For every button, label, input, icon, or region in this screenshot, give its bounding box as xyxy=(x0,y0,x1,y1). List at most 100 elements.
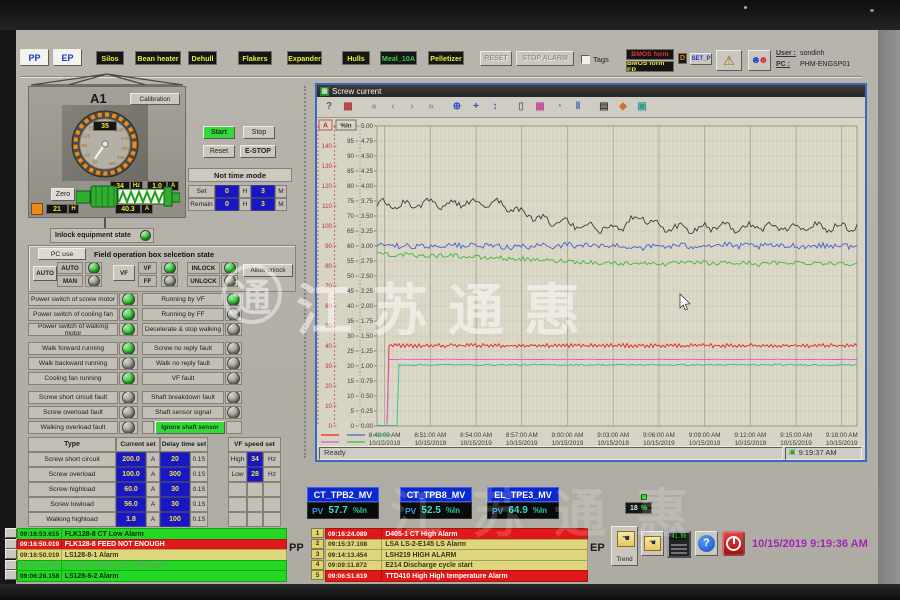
pp-alarm-row[interactable]: 09:16:53.615FLK128-8 CT Low Alarm xyxy=(17,528,287,538)
status-label-walk-no-reply-fault: Walk no reply fault xyxy=(142,357,224,370)
prot-current-walking-highload[interactable]: 1.8 xyxy=(116,512,146,527)
estop-button[interactable]: E-STOP xyxy=(240,145,276,158)
allow-unlock-button[interactable]: Allow unlock xyxy=(243,264,293,277)
vf-speed-value-high[interactable]: 34 xyxy=(247,452,263,467)
vf-ff-button[interactable]: VF xyxy=(113,265,135,281)
help-button[interactable]: ? xyxy=(695,531,718,556)
skip-end-icon[interactable]: » xyxy=(422,99,440,116)
prot-delay-unit-screw-overload: 0.1S xyxy=(190,467,208,482)
ep-alarm-row[interactable]: 09:15:37.108LSA LS-2-E145 LS Alarm xyxy=(325,539,588,549)
pp-alarm-row[interactable]: 09:16:50.019LS128-8-1 Alarm xyxy=(17,549,287,559)
calendar-icon[interactable]: ▦ xyxy=(339,99,357,116)
nav-button-meal-10a[interactable]: Meal_10A xyxy=(380,51,417,65)
set-hours-cell[interactable]: 0 xyxy=(215,185,239,198)
nav-button-pelletizer[interactable]: Pelletizer xyxy=(428,51,464,65)
ep-alarm-row[interactable]: 09:06:51.619TTD410 High High temperature… xyxy=(325,570,588,580)
bmos-form-ep-button[interactable]: BMOS form EP xyxy=(626,61,674,72)
image-icon[interactable]: ▣ xyxy=(633,99,651,116)
page-select-button[interactable]: ☚ xyxy=(641,531,664,556)
zoom-icon[interactable]: ⊕ xyxy=(448,99,466,116)
tags-checkbox[interactable] xyxy=(581,55,590,64)
pp-page-button[interactable]: PP xyxy=(20,49,49,66)
zero-button[interactable]: Zero xyxy=(51,188,75,201)
pp-alarm-selector[interactable] xyxy=(5,528,17,538)
pp-alarm-text: LS128-8-2 Alarm xyxy=(61,570,287,582)
page-forward-icon[interactable]: › xyxy=(403,99,421,116)
bmos-form-button[interactable]: BMOS form xyxy=(626,49,674,60)
page-back-icon[interactable]: ‹ xyxy=(384,99,402,116)
ep-alarm-row[interactable]: 09:14:13.454LSH219 HIGH ALARM xyxy=(325,549,588,559)
export-icon[interactable]: ◆ xyxy=(614,99,632,116)
vf-speed-value-low[interactable]: 28 xyxy=(247,467,263,482)
pv-tag-el-tpe3-mv[interactable]: EL_TPE3_MVPV64.9%In xyxy=(487,487,559,519)
nav-button-flakers[interactable]: Flakers xyxy=(238,51,272,65)
users-button[interactable]: ☻☻ xyxy=(748,50,771,71)
pp-alarm-row[interactable]: 09:06:28.158LS128-8-2 Alarm xyxy=(17,570,287,580)
prot-delay-walking-highload[interactable]: 100 xyxy=(160,512,190,527)
alarm-ack-button[interactable]: ⚠ xyxy=(716,50,742,71)
pv-tag-name: CT_TPB2_MV xyxy=(307,487,379,502)
pv-tag-ct-tpb2-mv[interactable]: CT_TPB2_MVPV57.7%In xyxy=(307,487,379,519)
ep-alarm-row[interactable]: 09:16:24.089D405-1 CT High Alarm xyxy=(325,528,588,538)
prot-current-screw-highload[interactable]: 60.0 xyxy=(116,482,146,497)
calibration-button[interactable]: Calibration xyxy=(130,93,180,105)
set-p-button[interactable]: SET_P xyxy=(690,53,712,65)
stop-alarm-button[interactable]: STOP ALARM xyxy=(516,51,574,66)
svg-text:60: 60 xyxy=(325,303,332,310)
d-mini-icon[interactable]: D xyxy=(678,53,687,64)
pp-alarm-row[interactable]: 09:15:18.680LCA110 LEG110 CT LOW Alarm xyxy=(17,560,287,570)
power-button[interactable] xyxy=(722,531,745,556)
nav-button-expander[interactable]: Expander xyxy=(287,51,322,65)
nav-button-dehull[interactable]: Dehull xyxy=(188,51,217,65)
motor-current-unit: A xyxy=(141,204,153,214)
prot-current-screw-overload[interactable]: 100.0 xyxy=(116,467,146,482)
pp-alarm-selector[interactable] xyxy=(5,549,17,559)
prot-current-screw-short-circuit[interactable]: 200.0 xyxy=(116,452,146,467)
svg-text:55: 55 xyxy=(347,258,354,265)
pp-alarm-selector[interactable] xyxy=(5,539,17,549)
nav-button-bean-heater[interactable]: Bean heater xyxy=(135,51,181,65)
pp-alarm-selector[interactable] xyxy=(5,570,17,580)
clock-icon[interactable]: ◔ xyxy=(550,99,568,116)
pp-alarm-row[interactable]: 09:16:50.019FLK128-8 FEED NOT ENOUGH xyxy=(17,539,287,549)
copy-icon[interactable]: ▯ xyxy=(512,99,530,116)
prot-delay-screw-highload[interactable]: 30 xyxy=(160,482,190,497)
set-minutes-cell[interactable]: 3 xyxy=(251,185,275,198)
pv-value: 52.5 xyxy=(421,505,440,516)
status-lamp-screw-short-circuit-fault xyxy=(122,391,135,404)
ep-page-button[interactable]: EP xyxy=(53,49,82,66)
start-button[interactable]: Start xyxy=(203,126,235,139)
prot-delay-screw-lowload[interactable]: 30 xyxy=(160,497,190,512)
auto-man-button[interactable]: AUTO xyxy=(33,266,57,281)
help-icon[interactable]: ? xyxy=(320,99,338,116)
skip-start-icon[interactable]: « xyxy=(365,99,383,116)
reset-run-button[interactable]: Reset xyxy=(203,145,235,158)
nav-button-silos[interactable]: Silos xyxy=(96,51,124,65)
v-scale-icon[interactable]: ↕ xyxy=(486,99,504,116)
prot-current-unit-screw-lowload: A xyxy=(146,497,160,512)
reset-button[interactable]: RESET xyxy=(480,51,512,66)
pp-alarm-selector[interactable] xyxy=(5,560,17,570)
trend-button[interactable]: ☚ Trend xyxy=(611,526,638,566)
prot-delay-screw-short-circuit[interactable]: 20 xyxy=(160,452,190,467)
stop-button[interactable]: Stop xyxy=(243,126,275,139)
pv-tag-ct-tpb8-mv[interactable]: CT_TPB8_MVPV52.5%In xyxy=(400,487,472,519)
prot-current-screw-lowload[interactable]: 56.0 xyxy=(116,497,146,512)
svg-text:2.25: 2.25 xyxy=(361,288,374,295)
prot-delay-screw-overload[interactable]: 300 xyxy=(160,467,190,482)
bezel-reflection-dot xyxy=(870,9,874,12)
nav-button-hulls[interactable]: Hulls xyxy=(342,51,370,65)
hand-page-icon: ☚ xyxy=(644,536,661,551)
print-icon[interactable]: ▤ xyxy=(595,99,613,116)
pause-icon[interactable]: ‖ xyxy=(569,99,587,116)
ep-alarm-row[interactable]: 09:09:11.872E214 Discharge cycle start xyxy=(325,560,588,570)
svg-text:1.50: 1.50 xyxy=(361,333,374,340)
expander-title: A1 xyxy=(90,91,107,106)
calculator-button[interactable]: 41.00 xyxy=(667,531,691,558)
palette-icon[interactable]: ▦ xyxy=(531,99,549,116)
ignore-shaft-sensor-button[interactable]: Ignore shaft sensor xyxy=(155,421,225,434)
pan-icon[interactable]: + xyxy=(467,99,485,116)
status-lamp-cell-cooling-fan-running xyxy=(119,372,138,385)
trend-window-titlebar[interactable]: ▦ Screw current xyxy=(317,85,865,97)
pc-use-button[interactable]: PC use xyxy=(38,248,86,260)
